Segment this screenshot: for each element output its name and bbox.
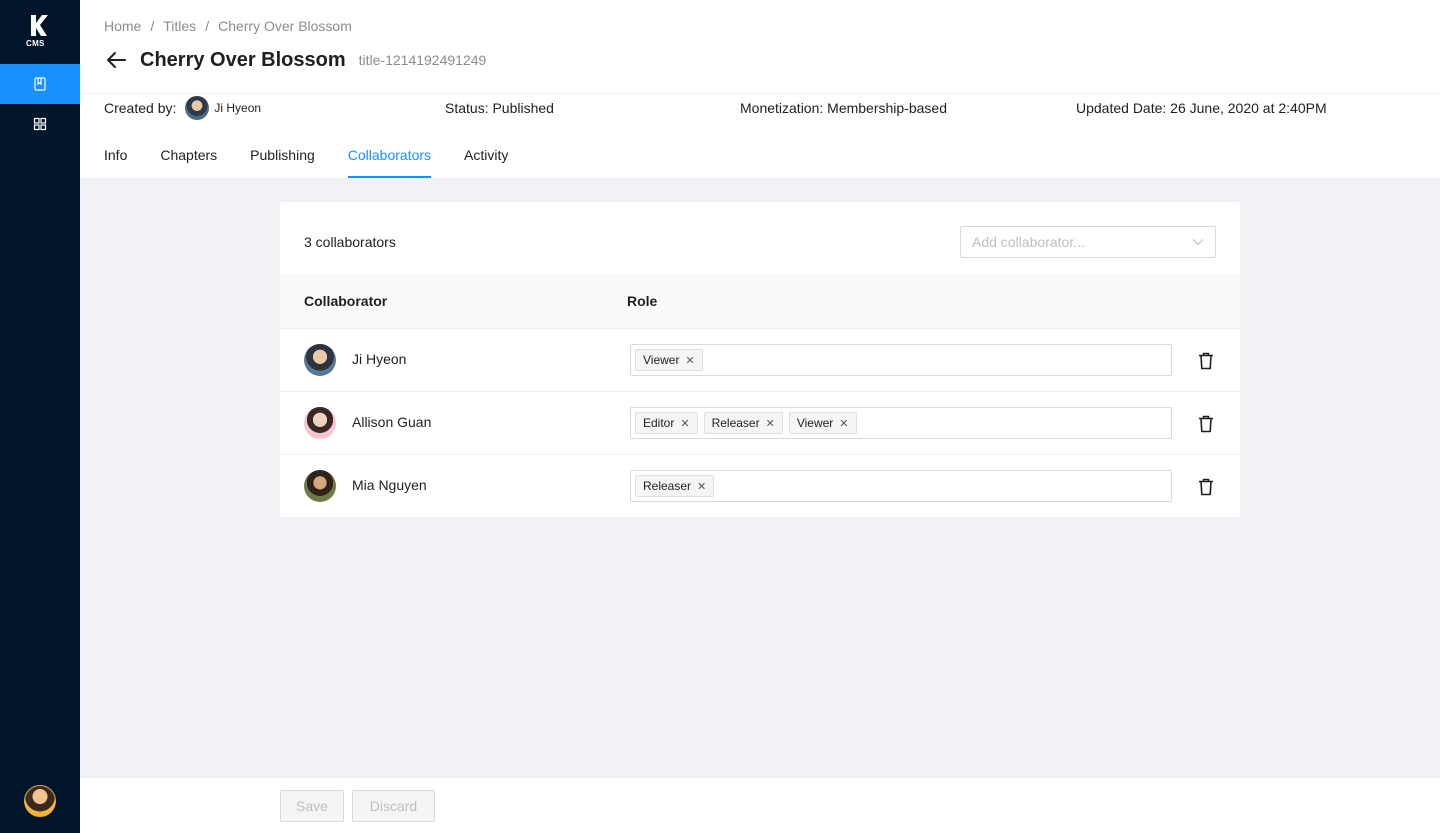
table-row: Ji Hyeon Viewer ✕ [280, 329, 1240, 392]
role-tag: Releaser ✕ [703, 412, 783, 434]
tab-info[interactable]: Info [104, 138, 127, 178]
collaborator-name: Allison Guan [352, 414, 432, 430]
header-divider [80, 93, 1440, 94]
delete-icon[interactable] [1196, 414, 1216, 434]
created-by-label: Created by: [104, 100, 177, 116]
table-header: Collaborator Role [280, 274, 1240, 329]
collaborator-name: Ji Hyeon [352, 351, 407, 367]
collaborators-card: 3 collaborators Add collaborator... Coll… [280, 202, 1240, 517]
grid-icon [33, 117, 47, 131]
breadcrumb-separator: / [205, 18, 210, 34]
tabs: Info Chapters Publishing Collaborators A… [104, 138, 541, 178]
role-select[interactable]: Viewer ✕ [630, 344, 1172, 376]
page-header: Home / Titles / Cherry Over Blossom Cher… [80, 0, 1440, 178]
title-id: title-1214192491249 [358, 52, 487, 68]
role-tag-label: Releaser [643, 479, 692, 493]
tab-collaborators[interactable]: Collaborators [347, 138, 432, 178]
close-icon[interactable]: ✕ [766, 417, 775, 430]
tab-publishing[interactable]: Publishing [250, 138, 315, 178]
footer-bar: Save Discard [80, 777, 1440, 833]
role-tag-label: Viewer [796, 416, 834, 430]
book-icon [34, 77, 46, 91]
table-row: Allison Guan Editor ✕ Releaser ✕ Viewer … [280, 392, 1240, 455]
delete-icon[interactable] [1196, 351, 1216, 371]
updated-date-text: Updated Date: 26 June, 2020 at 2:40PM [1076, 100, 1327, 116]
breadcrumb: Home / Titles / Cherry Over Blossom [104, 18, 352, 34]
creator-avatar [185, 96, 210, 120]
app-logo[interactable]: CMS [22, 12, 58, 52]
page-title: Cherry Over Blossom [140, 48, 346, 71]
close-icon[interactable]: ✕ [697, 480, 706, 493]
status-text: Status: Published [445, 100, 554, 116]
add-collaborator-placeholder: Add collaborator... [972, 234, 1085, 250]
role-tag: Editor ✕ [635, 412, 698, 434]
role-tag: Releaser ✕ [635, 475, 715, 497]
close-icon[interactable]: ✕ [685, 354, 694, 367]
close-icon[interactable]: ✕ [839, 417, 848, 430]
table-row: Mia Nguyen Releaser ✕ [280, 455, 1240, 518]
avatar [304, 407, 336, 439]
role-select[interactable]: Releaser ✕ [630, 470, 1172, 502]
back-button[interactable] [104, 48, 128, 72]
role-tag: Viewer ✕ [788, 412, 857, 434]
collaborator-name: Mia Nguyen [352, 477, 427, 493]
sidebar: CMS [0, 0, 80, 833]
user-avatar[interactable] [24, 785, 56, 817]
breadcrumb-separator: / [150, 18, 155, 34]
add-collaborator-select[interactable]: Add collaborator... [960, 226, 1216, 258]
role-tag-label: Editor [643, 416, 675, 430]
sidebar-item-titles[interactable] [0, 64, 80, 104]
role-tag-label: Releaser [711, 416, 760, 430]
breadcrumb-titles[interactable]: Titles [163, 18, 196, 34]
role-select[interactable]: Editor ✕ Releaser ✕ Viewer ✕ [630, 407, 1172, 439]
delete-icon[interactable] [1196, 477, 1216, 497]
avatar [304, 470, 336, 502]
logo-text: CMS [26, 39, 45, 48]
avatar [304, 344, 336, 376]
monetization-text: Monetization: Membership-based [740, 100, 947, 116]
sidebar-item-dashboard[interactable] [0, 104, 80, 144]
role-tag-label: Viewer [643, 353, 680, 367]
logo-k-icon [31, 15, 48, 36]
title-row: Cherry Over Blossom title-1214192491249 [104, 48, 486, 72]
collaborator-count: 3 collaborators [304, 234, 396, 250]
arrow-left-icon [107, 52, 126, 68]
save-button[interactable]: Save [280, 790, 344, 822]
role-tag: Viewer ✕ [635, 349, 703, 371]
breadcrumb-home[interactable]: Home [104, 18, 141, 34]
chevron-down-icon [1192, 239, 1204, 246]
breadcrumb-current: Cherry Over Blossom [218, 18, 352, 34]
creator-name: Ji Hyeon [214, 101, 262, 115]
close-icon[interactable]: ✕ [680, 417, 689, 430]
tab-chapters[interactable]: Chapters [160, 138, 217, 178]
discard-button[interactable]: Discard [352, 790, 435, 822]
created-by: Created by: Ji Hyeon [104, 96, 262, 120]
column-header-role: Role [627, 293, 658, 309]
column-header-collaborator: Collaborator [304, 293, 388, 309]
tab-activity[interactable]: Activity [464, 138, 508, 178]
